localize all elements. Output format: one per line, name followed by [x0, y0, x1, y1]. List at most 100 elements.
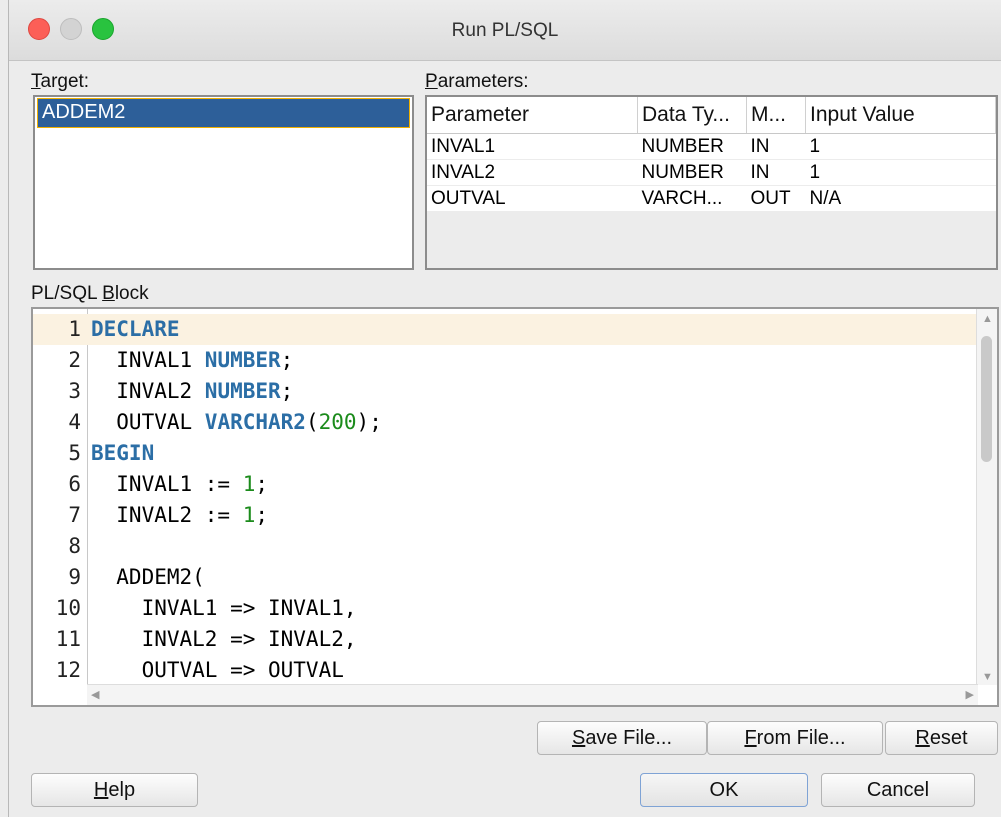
text-token: INVAL1 := [91, 472, 243, 496]
param-mode: IN [746, 133, 806, 160]
scroll-up-arrow-icon[interactable]: ▲ [982, 313, 993, 325]
code-line[interactable]: 3 INVAL2 NUMBER; [33, 376, 977, 407]
cancel-button[interactable]: Cancel [821, 773, 975, 807]
line-number: 5 [68, 441, 81, 465]
scroll-left-arrow-icon[interactable]: ◀ [91, 688, 99, 701]
plsql-block-label: PL/SQL Block [31, 283, 149, 304]
line-number: 9 [68, 565, 81, 589]
scroll-down-arrow-icon[interactable]: ▼ [982, 671, 993, 683]
param-input-value[interactable]: 1 [805, 133, 996, 160]
code-line[interactable]: 7 INVAL2 := 1; [33, 500, 977, 531]
line-number: 6 [68, 472, 81, 496]
column-header-input-value[interactable]: Input Value [805, 97, 996, 134]
save-file-button[interactable]: Save File... [537, 721, 707, 755]
window-title: Run PL/SQL [451, 20, 559, 41]
code-text: OUTVAL => OUTVAL [91, 655, 344, 686]
text-token: ( [305, 410, 319, 434]
code-text: INVAL1 NUMBER; [91, 345, 293, 376]
line-number: 3 [68, 379, 81, 403]
help-button[interactable]: Help [31, 773, 198, 807]
param-input-value[interactable]: 1 [805, 159, 996, 186]
code-text: OUTVAL VARCHAR2(200); [91, 407, 382, 438]
column-header-data-type[interactable]: Data Ty... [637, 97, 747, 134]
title-bar[interactable]: Run PL/SQL [9, 0, 1001, 61]
code-text: INVAL1 => INVAL1, [91, 593, 357, 624]
code-line[interactable]: 1 DECLARE [33, 314, 977, 345]
column-header-mode[interactable]: M... [746, 97, 806, 134]
code-text: BEGIN [91, 438, 154, 469]
code-line[interactable]: 5 BEGIN [33, 438, 977, 469]
parameters-label: Parameters: [425, 71, 529, 92]
number-token: 1 [242, 472, 256, 496]
code-text: INVAL2 => INVAL2, [91, 624, 357, 655]
text-token: INVAL2 := [91, 503, 243, 527]
vertical-scroll-thumb[interactable] [981, 336, 992, 462]
text-token: INVAL1 => INVAL1, [91, 596, 357, 620]
code-line[interactable]: 11 INVAL2 => INVAL2, [33, 624, 977, 655]
code-line[interactable]: 8 [33, 531, 977, 562]
text-token: ; [255, 472, 269, 496]
param-name: INVAL1 [427, 133, 638, 160]
text-token: ADDEM2( [91, 565, 205, 589]
number-token: 200 [318, 410, 357, 434]
keyword-token: DECLARE [91, 317, 180, 341]
plsql-code-editor[interactable]: 1 DECLARE 2 INVAL1 NUMBER; 3 INVAL2 NUMBER;… [31, 307, 999, 707]
code-text: DECLARE [91, 314, 180, 345]
keyword-token: VARCHAR2 [204, 410, 306, 434]
line-number: 11 [55, 627, 81, 651]
line-number: 4 [68, 410, 81, 434]
code-line[interactable]: 4 OUTVAL VARCHAR2(200); [33, 407, 977, 438]
param-mode: IN [746, 159, 806, 186]
param-mode: OUT [746, 185, 806, 212]
code-line[interactable]: 6 INVAL1 := 1; [33, 469, 977, 500]
line-number: 12 [55, 658, 81, 682]
text-token: ; [280, 379, 294, 403]
code-line[interactable]: 10 INVAL1 => INVAL1, [33, 593, 977, 624]
code-line[interactable]: 9 ADDEM2( [33, 562, 977, 593]
run-plsql-dialog: Run PL/SQL Target: ADDEM2 Parameters: Pa… [8, 0, 1001, 817]
horizontal-scrollbar[interactable]: ◀ ▶ [87, 684, 978, 705]
line-number: 7 [68, 503, 81, 527]
from-file-button[interactable]: From File... [707, 721, 883, 755]
text-token: INVAL1 [91, 348, 205, 372]
parameters-table-panel: Parameter Data Ty... M... Input Value IN… [425, 95, 998, 270]
column-header-parameter[interactable]: Parameter [427, 97, 638, 134]
table-row[interactable]: OUTVAL VARCH... OUT N/A [427, 185, 996, 212]
code-line[interactable]: 12 OUTVAL => OUTVAL [33, 655, 977, 686]
number-token: 1 [242, 503, 256, 527]
code-text: INVAL1 := 1; [91, 469, 268, 500]
text-token: ); [356, 410, 382, 434]
param-type: VARCH... [637, 185, 747, 212]
code-text: INVAL2 := 1; [91, 500, 268, 531]
target-list[interactable]: ADDEM2 [33, 95, 414, 270]
keyword-token: BEGIN [91, 441, 155, 465]
param-name: OUTVAL [427, 185, 638, 212]
target-item-addem2[interactable]: ADDEM2 [37, 98, 410, 128]
code-line[interactable]: 2 INVAL1 NUMBER; [33, 345, 977, 376]
text-token: ; [255, 503, 269, 527]
line-number: 1 [68, 317, 81, 341]
keyword-token: NUMBER [204, 348, 281, 372]
text-token: OUTVAL => OUTVAL [91, 658, 344, 682]
param-type: NUMBER [637, 159, 747, 186]
ok-button[interactable]: OK [640, 773, 808, 807]
param-name: INVAL2 [427, 159, 638, 186]
table-row[interactable]: INVAL2 NUMBER IN 1 [427, 159, 996, 186]
text-token: INVAL2 => INVAL2, [91, 627, 357, 651]
target-label: Target: [31, 71, 90, 92]
scroll-right-arrow-icon[interactable]: ▶ [966, 688, 974, 701]
reset-button[interactable]: Reset [885, 721, 998, 755]
param-type: NUMBER [637, 133, 747, 160]
table-row[interactable]: INVAL1 NUMBER IN 1 [427, 133, 996, 160]
line-number: 10 [55, 596, 81, 620]
param-input-value[interactable]: N/A [805, 185, 996, 212]
line-number: 8 [68, 534, 81, 558]
code-text: INVAL2 NUMBER; [91, 376, 293, 407]
parameters-table: Parameter Data Ty... M... Input Value IN… [427, 97, 996, 212]
keyword-token: NUMBER [204, 379, 281, 403]
text-token: INVAL2 [91, 379, 205, 403]
vertical-scrollbar[interactable]: ▲ ▼ [976, 309, 997, 685]
text-token: OUTVAL [91, 410, 205, 434]
line-number: 2 [68, 348, 81, 372]
text-token: ; [280, 348, 294, 372]
